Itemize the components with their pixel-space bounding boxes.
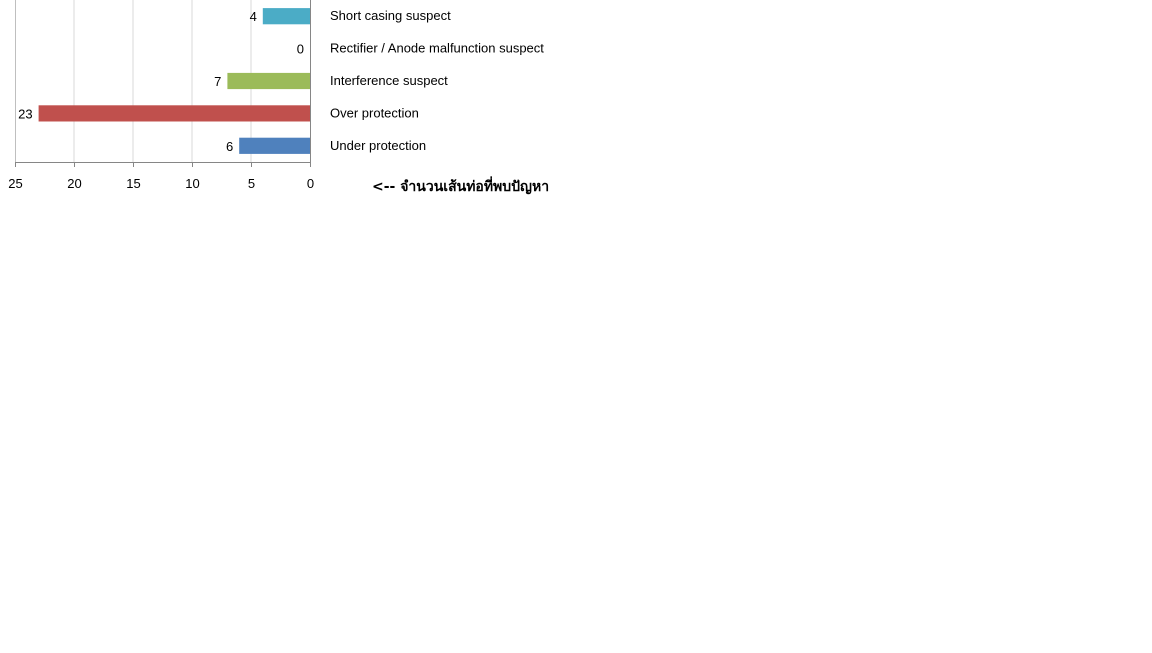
x-tick-label: 15 [126,176,140,191]
category-label: Short casing suspect [330,8,451,23]
bar [262,8,310,25]
category-label: Under protection [330,138,426,153]
bar [227,72,310,90]
chart: 25 20 15 10 5 0 4 Short casing suspect 0 Rectifie… [0,0,1152,648]
data-label: 23 [18,106,32,121]
category-label: Interference suspect [330,73,448,88]
x-tick-label: 25 [8,176,22,191]
category-label: Rectifier / Anode malfunction suspect [330,41,544,56]
axis-note: <-- จำนวนเส้นท่อที่พบปัญหา [372,179,550,195]
x-tick-label: 0 [307,176,314,191]
x-tick-label: 5 [248,176,255,191]
category-label: Over protection [330,105,419,120]
bar [239,137,310,154]
bar-chart: 25 20 15 10 5 0 4 Short casing suspect 0 Rectifie… [8,0,544,191]
data-label: 7 [214,74,221,89]
data-label: 0 [297,42,304,57]
data-label: 6 [226,139,233,154]
x-tick-label: 20 [67,176,81,191]
bar [38,105,310,122]
data-label: 4 [250,9,257,24]
x-tick-label: 10 [185,176,199,191]
